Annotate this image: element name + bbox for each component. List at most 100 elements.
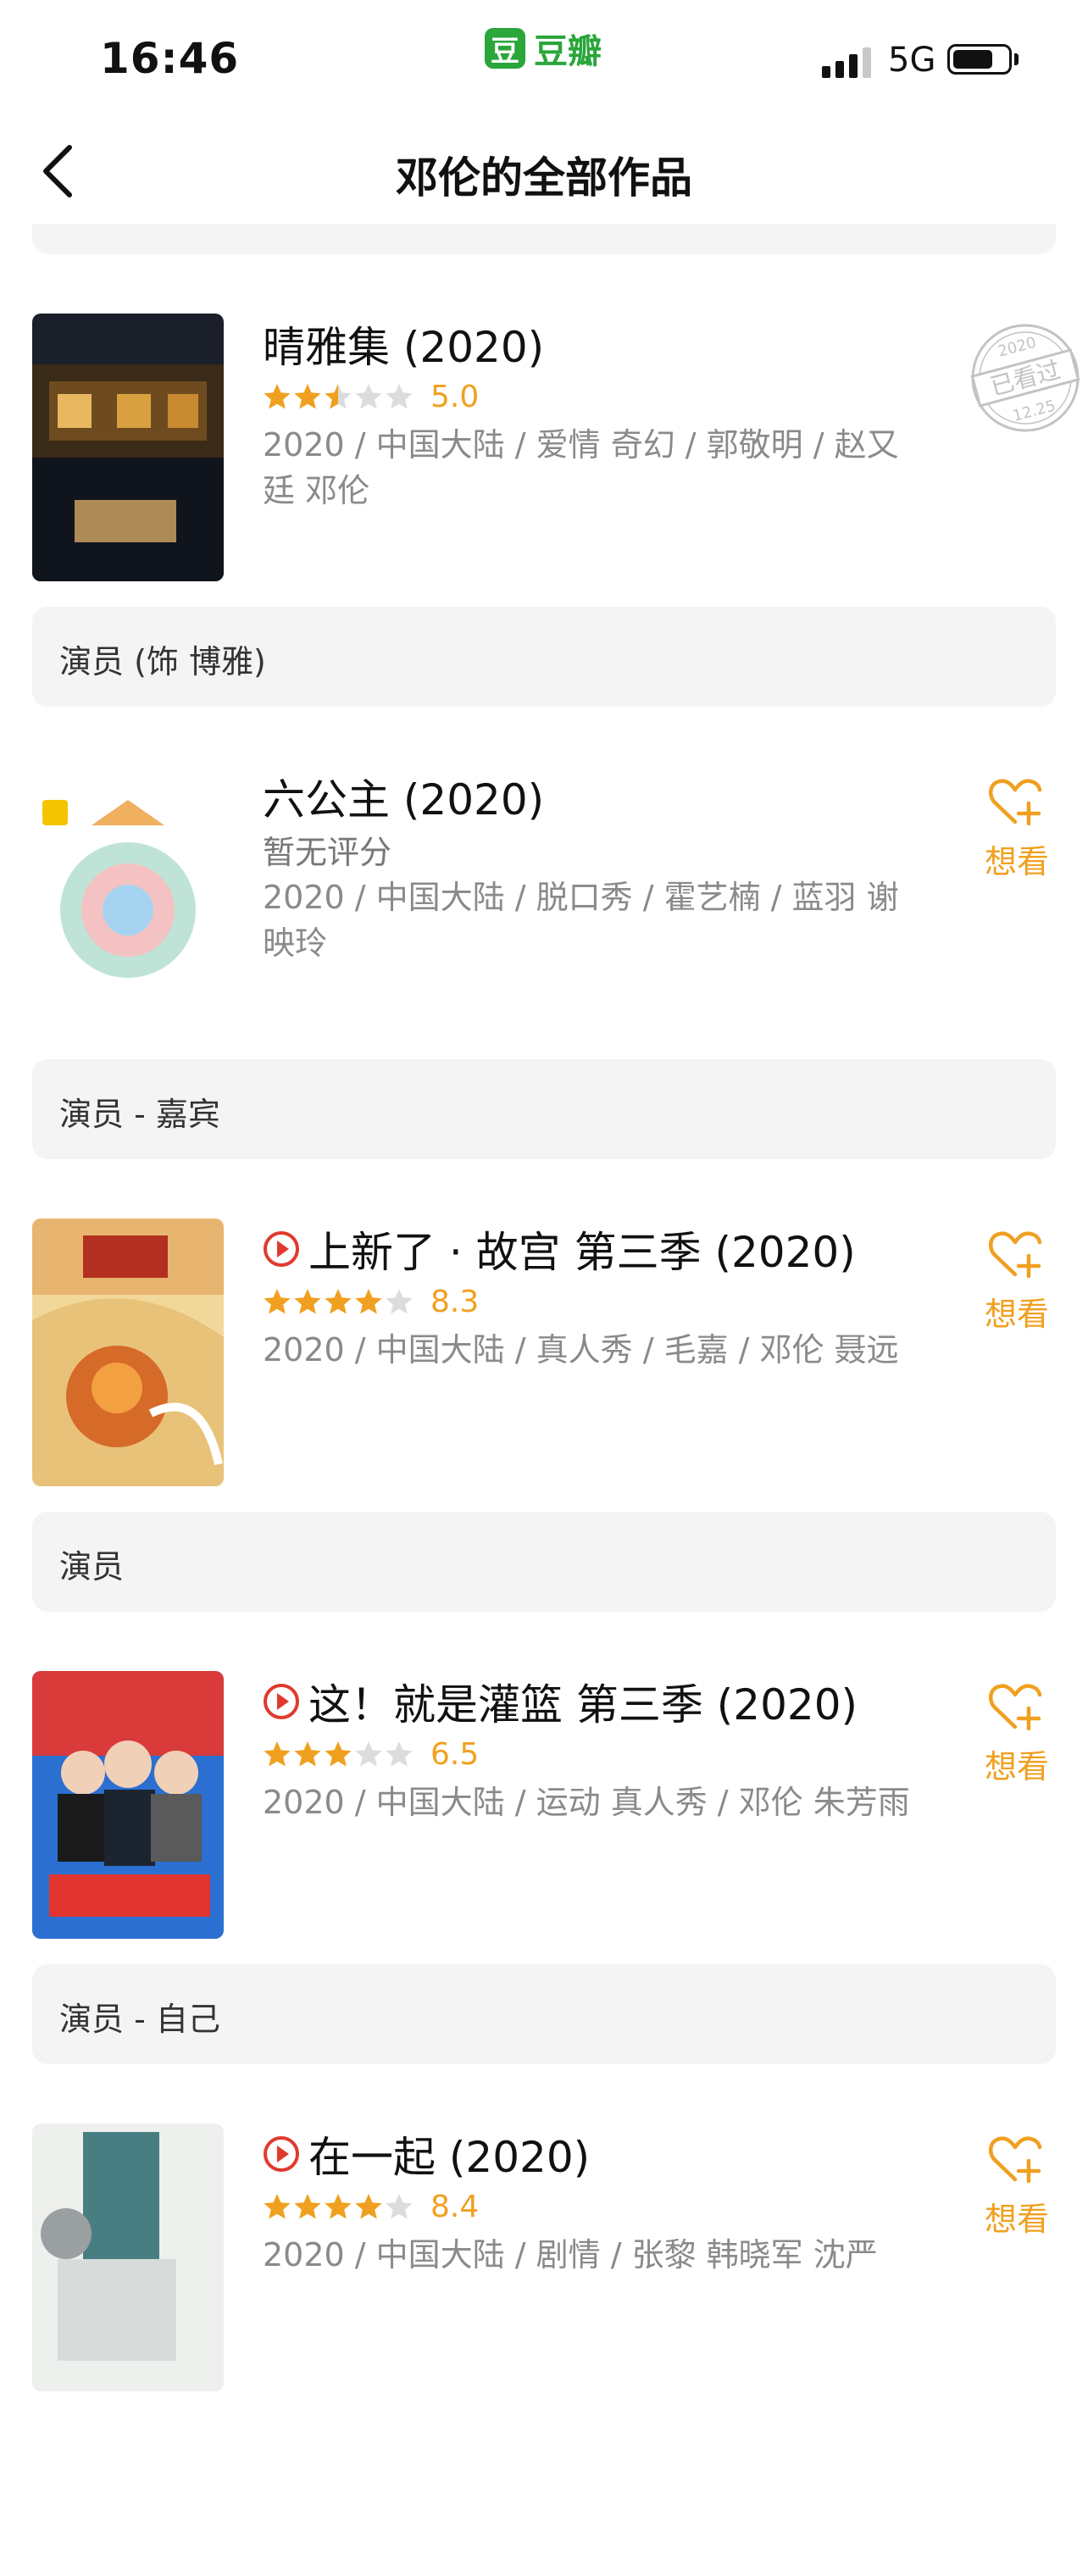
app-name: 豆瓣: [534, 32, 602, 71]
star-icon: [264, 1289, 291, 1314]
title-row: 上新了 · 故宫 第三季 (2020): [263, 1222, 915, 1277]
work-meta: 2020 / 中国大陆 / 真人秀 / 毛嘉 / 邓伦 聂远: [263, 1331, 899, 1368]
star-icon: [386, 1741, 413, 1767]
rating-row: 8.4: [263, 2183, 915, 2230]
star-icon: [355, 384, 382, 409]
seen-stamp-icon: 2020 已看过 12.25: [970, 324, 1080, 432]
rating-stars: [263, 382, 414, 411]
work-title[interactable]: 这！就是灌篮 第三季 (2020): [308, 1671, 858, 1732]
work-title[interactable]: 六公主 (2020): [263, 766, 544, 827]
rating-stars: [263, 1287, 414, 1316]
star-icon: [264, 1741, 291, 1767]
role-bar: 演员 (饰 博雅): [32, 607, 1056, 707]
network-type: 5G: [888, 41, 936, 80]
star-icon: [325, 1741, 352, 1767]
work-item[interactable]: 六公主 (2020) 暂无评分 2020 / 中国大陆 / 脱口秀 / 霍艺楠 / …: [0, 766, 1088, 1219]
work-meta: 2020 / 中国大陆 / 剧情 / 张黎 韩晓军 沈严: [263, 2236, 878, 2273]
want-to-watch-label: 想看: [984, 2201, 1049, 2238]
svg-text:12.25: 12.25: [1011, 397, 1057, 425]
work-meta: 2020 / 中国大陆 / 爱情 奇幻 / 郭敬明 / 赵又廷 邓伦: [263, 426, 899, 509]
star-icon: [386, 1289, 413, 1314]
star-icon: [325, 1289, 352, 1314]
no-rating-text: 暂无评分: [263, 833, 392, 871]
star-icon: [294, 2194, 321, 2219]
star-icon: [386, 2194, 413, 2219]
app-badge: 豆 豆瓣: [485, 27, 602, 71]
role-label: 演员 (饰 博雅): [59, 643, 266, 680]
work-title[interactable]: 在一起 (2020): [308, 2124, 590, 2185]
star-icon: [294, 1289, 321, 1314]
work-item[interactable]: 上新了 · 故宫 第三季 (2020) 8.3 2020 / 中国大陆 / 真人秀 …: [0, 1219, 1088, 1671]
poster-image[interactable]: [32, 1219, 224, 1486]
role-label: 演员 - 自己: [59, 2001, 220, 2038]
poster-image[interactable]: [32, 1671, 224, 1939]
role-bar: 演员 - 嘉宾: [32, 1059, 1056, 1159]
rating-stars: [263, 2192, 414, 2221]
star-icon: [325, 2194, 352, 2219]
role-label: 演员 - 嘉宾: [59, 1096, 220, 1133]
star-icon: [264, 384, 291, 409]
title-row: 六公主 (2020): [263, 769, 915, 824]
want-to-watch-label: 想看: [984, 1296, 1049, 1333]
play-icon[interactable]: [263, 1230, 300, 1268]
work-title[interactable]: 上新了 · 故宫 第三季 (2020): [308, 1219, 856, 1280]
rating-row: 8.3: [263, 1278, 915, 1325]
play-icon[interactable]: [263, 2135, 300, 2173]
want-to-watch-label: 想看: [984, 843, 1049, 880]
star-icon: [355, 1741, 382, 1767]
work-info: 在一起 (2020) 8.4 2020 / 中国大陆 / 剧情 / 张黎 韩晓军 沈…: [263, 2127, 915, 2278]
work-info: 上新了 · 故宫 第三季 (2020) 8.3 2020 / 中国大陆 / 真人秀 …: [263, 1222, 915, 1373]
rating-row: 暂无评分: [263, 825, 915, 873]
want-to-watch-button[interactable]: 想看: [974, 1679, 1059, 1787]
title-row: 晴雅集 (2020): [263, 317, 915, 372]
douban-logo-icon: 豆: [485, 28, 525, 69]
rating-score: 6.5: [430, 1736, 480, 1772]
page-title: 邓伦的全部作品: [396, 153, 692, 203]
rating-row: 5.0: [263, 373, 915, 420]
rating-row: 6.5: [263, 1730, 915, 1778]
nav-header: 邓伦的全部作品: [0, 119, 1088, 224]
want-to-watch-label: 想看: [984, 1748, 1049, 1785]
poster-image[interactable]: [32, 314, 224, 581]
role-label: 演员: [59, 1548, 125, 1585]
heart-plus-icon: [988, 779, 1042, 826]
work-title[interactable]: 晴雅集 (2020): [263, 314, 544, 375]
battery-icon: [947, 44, 1012, 75]
star-icon: [355, 1289, 382, 1314]
heart-plus-icon: [988, 1684, 1042, 1731]
work-info: 晴雅集 (2020) 5.0 2020 / 中国大陆 / 爱情 奇幻 / 郭敬明 /…: [263, 317, 915, 514]
rating-score: 8.4: [430, 2189, 480, 2224]
role-bar: 演员 - 自己: [32, 1964, 1056, 2064]
want-to-watch-button[interactable]: 想看: [974, 1227, 1059, 1335]
poster-image[interactable]: [32, 2124, 224, 2391]
rating-score: 5.0: [430, 379, 480, 414]
star-icon: [294, 1741, 321, 1767]
star-icon: [355, 2194, 382, 2219]
heart-plus-icon: [988, 1231, 1042, 1279]
work-item[interactable]: 在一起 (2020) 8.4 2020 / 中国大陆 / 剧情 / 张黎 韩晓军 沈…: [0, 2124, 1088, 2576]
rating-stars: [263, 1740, 414, 1768]
rating-score: 8.3: [430, 1284, 480, 1319]
play-icon[interactable]: [263, 1683, 300, 1720]
status-time: 16:46: [100, 34, 240, 83]
work-meta: 2020 / 中国大陆 / 运动 真人秀 / 邓伦 朱芳雨: [263, 1784, 910, 1821]
heart-plus-icon: [988, 2136, 1042, 2184]
title-row: 在一起 (2020): [263, 2127, 915, 2182]
star-icon: [264, 2194, 291, 2219]
work-info: 六公主 (2020) 暂无评分 2020 / 中国大陆 / 脱口秀 / 霍艺楠 / …: [263, 769, 915, 966]
work-meta: 2020 / 中国大陆 / 脱口秀 / 霍艺楠 / 蓝羽 谢映玲: [263, 879, 899, 962]
want-to-watch-button[interactable]: 想看: [974, 774, 1059, 882]
previous-item-role-strip: [32, 224, 1056, 254]
work-info: 这！就是灌篮 第三季 (2020) 6.5 2020 / 中国大陆 / 运动 真人秀…: [263, 1674, 915, 1825]
star-icon: [386, 384, 413, 409]
star-icon: [294, 384, 321, 409]
title-row: 这！就是灌篮 第三季 (2020): [263, 1674, 915, 1729]
status-bar: 16:46 豆 豆瓣 5G: [0, 0, 1088, 119]
role-bar: 演员: [32, 1512, 1056, 1612]
want-to-watch-button[interactable]: 想看: [974, 2132, 1059, 2240]
work-item[interactable]: 晴雅集 (2020) 5.0 2020 / 中国大陆 / 爱情 奇幻 / 郭敬明 /…: [0, 314, 1088, 766]
poster-image[interactable]: [32, 766, 224, 1034]
work-item[interactable]: 这！就是灌篮 第三季 (2020) 6.5 2020 / 中国大陆 / 运动 真人秀…: [0, 1671, 1088, 2124]
star-icon: [325, 384, 352, 409]
signal-icon: [822, 44, 871, 78]
